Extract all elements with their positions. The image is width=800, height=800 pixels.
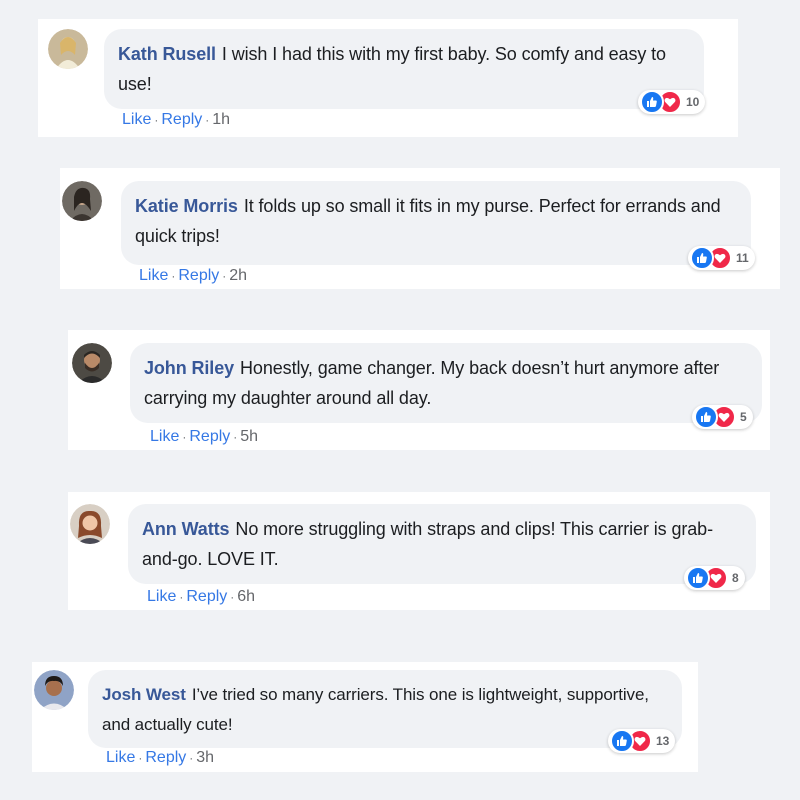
avatar[interactable] — [70, 504, 110, 544]
separator: · — [233, 430, 238, 444]
comment-author[interactable]: Ann Watts — [142, 519, 230, 539]
comment-actions: Like · Reply · 2h — [139, 267, 247, 285]
comment-card: John Riley Honestly, game changer. My bac… — [68, 330, 770, 450]
like-icon — [686, 566, 710, 590]
comment-card: Josh West I’ve tried so many carriers. Th… — [32, 662, 698, 772]
like-link[interactable]: Like — [122, 111, 151, 128]
comment-bubble: Kath Rusell I wish I had this with my fir… — [104, 29, 704, 109]
comment-bubble: Katie Morris It folds up so small it fits… — [121, 181, 751, 265]
comment-bubble: Josh West I’ve tried so many carriers. Th… — [88, 670, 682, 748]
reaction-count: 5 — [740, 410, 747, 424]
reply-link[interactable]: Reply — [189, 428, 230, 445]
separator: · — [138, 751, 143, 765]
avatar[interactable] — [48, 29, 88, 69]
comment-card: Ann Watts No more struggling with straps … — [68, 492, 770, 610]
comment-time[interactable]: 1h — [212, 111, 230, 128]
reaction-summary[interactable]: 8 — [684, 566, 745, 590]
comment-card: Kath Rusell I wish I had this with my fir… — [38, 19, 738, 137]
comment-author[interactable]: Josh West — [102, 685, 186, 704]
separator: · — [230, 590, 235, 604]
reaction-count: 8 — [732, 571, 739, 585]
comment-time[interactable]: 3h — [196, 749, 214, 766]
comment-card: Katie Morris It folds up so small it fits… — [60, 168, 780, 289]
comment-actions: Like · Reply · 1h — [122, 111, 230, 129]
comment-bubble: John Riley Honestly, game changer. My bac… — [130, 343, 762, 423]
like-link[interactable]: Like — [150, 428, 179, 445]
reply-link[interactable]: Reply — [186, 588, 227, 605]
like-link[interactable]: Like — [106, 749, 135, 766]
separator: · — [171, 269, 176, 283]
reply-link[interactable]: Reply — [145, 749, 186, 766]
comment-actions: Like · Reply · 6h — [147, 588, 255, 606]
like-icon — [610, 729, 634, 753]
separator: · — [189, 751, 194, 765]
avatar[interactable] — [62, 181, 102, 221]
comment-time[interactable]: 6h — [237, 588, 255, 605]
separator: · — [205, 113, 210, 127]
reply-link[interactable]: Reply — [161, 111, 202, 128]
reaction-count: 13 — [656, 734, 670, 748]
separator: · — [182, 430, 187, 444]
separator: · — [222, 269, 227, 283]
like-icon — [640, 90, 664, 114]
like-link[interactable]: Like — [139, 267, 168, 284]
comment-author[interactable]: Katie Morris — [135, 196, 238, 216]
reaction-count: 11 — [736, 251, 749, 265]
like-link[interactable]: Like — [147, 588, 176, 605]
comment-actions: Like · Reply · 3h — [106, 749, 214, 767]
like-icon — [694, 405, 718, 429]
reply-link[interactable]: Reply — [178, 267, 219, 284]
like-icon — [690, 246, 714, 270]
reaction-summary[interactable]: 11 — [688, 246, 755, 270]
comment-time[interactable]: 2h — [229, 267, 247, 284]
separator: · — [154, 113, 159, 127]
comment-author[interactable]: Kath Rusell — [118, 44, 216, 64]
reaction-count: 10 — [686, 95, 700, 109]
avatar[interactable] — [34, 670, 74, 710]
avatar[interactable] — [72, 343, 112, 383]
comment-actions: Like · Reply · 5h — [150, 428, 258, 446]
comment-author[interactable]: John Riley — [144, 358, 234, 378]
reaction-summary[interactable]: 13 — [608, 729, 676, 753]
comment-time[interactable]: 5h — [240, 428, 258, 445]
reaction-summary[interactable]: 10 — [638, 90, 706, 114]
comment-bubble: Ann Watts No more struggling with straps … — [128, 504, 756, 584]
separator: · — [179, 590, 184, 604]
reaction-summary[interactable]: 5 — [692, 405, 753, 429]
